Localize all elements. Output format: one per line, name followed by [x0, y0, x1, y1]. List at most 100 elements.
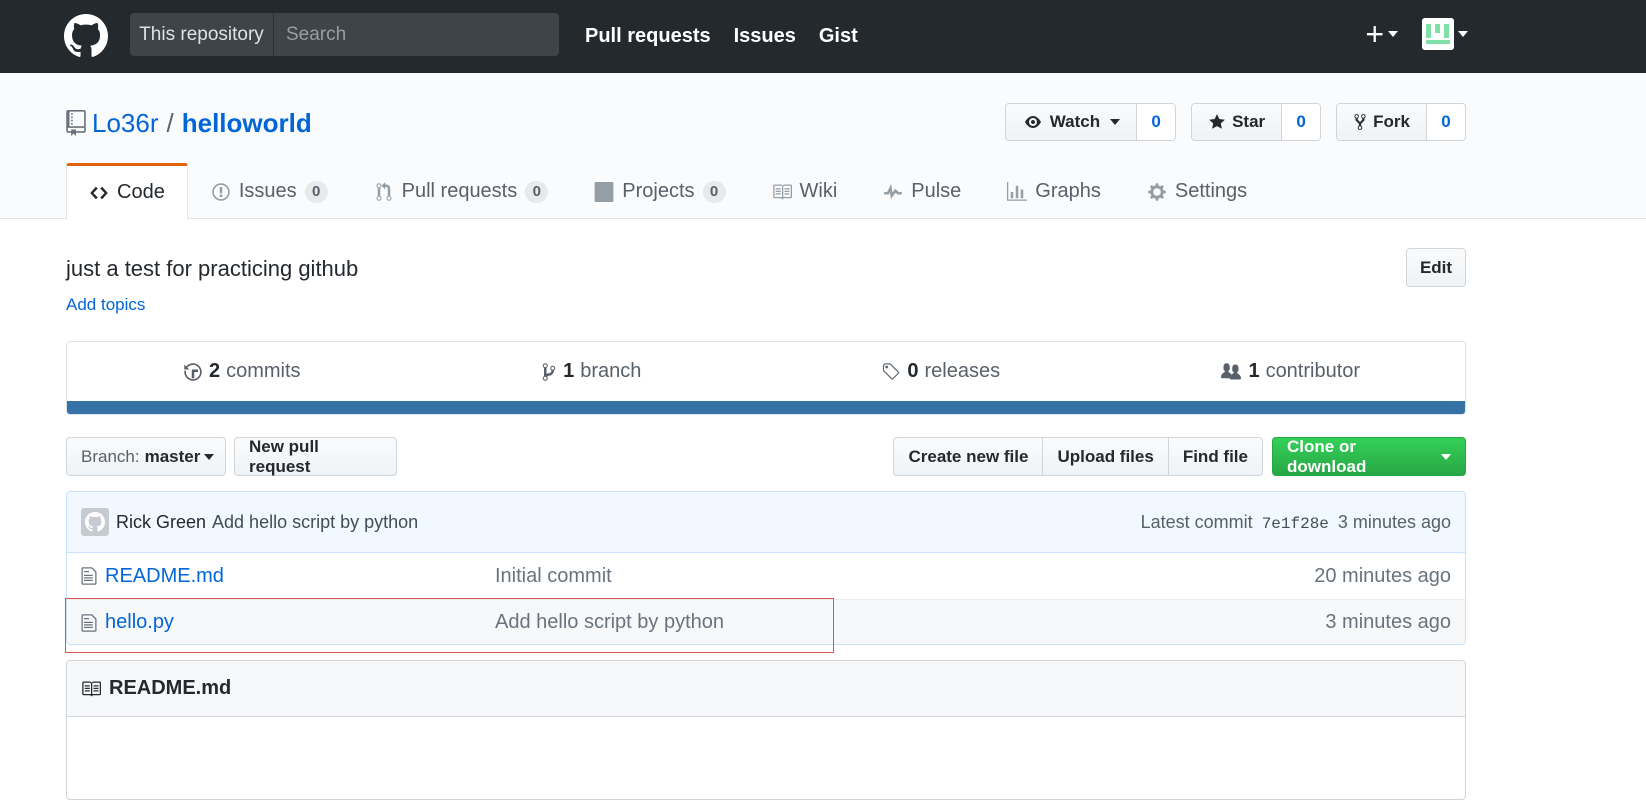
readme-header: README.md — [67, 661, 1465, 717]
tab-projects[interactable]: Projects 0 — [571, 163, 748, 219]
gear-icon — [1148, 182, 1166, 201]
new-pull-request-button[interactable]: New pull request — [234, 437, 397, 476]
tab-wiki[interactable]: Wiki — [749, 163, 861, 219]
pulse-icon — [884, 183, 903, 199]
github-mark-icon — [85, 512, 105, 532]
global-header: This repository Pull requests Issues Gis… — [0, 0, 1646, 73]
organization-icon — [1221, 362, 1242, 379]
file-name-link[interactable]: README.md — [105, 565, 495, 588]
readme-panel: README.md — [66, 660, 1466, 800]
user-menu-dropdown[interactable] — [1422, 18, 1468, 50]
latest-commit-bar: Rick Green Add hello script by python La… — [67, 492, 1465, 553]
tab-pulse[interactable]: Pulse — [860, 163, 984, 219]
clone-label: Clone or download — [1287, 436, 1367, 476]
watch-count[interactable]: 0 — [1137, 104, 1176, 140]
upload-files-button[interactable]: Upload files — [1042, 437, 1169, 476]
avatar[interactable] — [81, 508, 109, 536]
branch-select-label: Branch: — [81, 446, 140, 466]
fork-button[interactable]: Fork — [1337, 104, 1427, 140]
repo-nav: Code Issues 0 Pull requests 0 Projects 0… — [66, 163, 1270, 220]
tab-settings[interactable]: Settings — [1124, 163, 1270, 219]
commits-count: 2 — [208, 360, 221, 382]
repo-name-link[interactable]: helloworld — [182, 108, 312, 139]
projects-counter: 0 — [702, 180, 726, 203]
commit-author[interactable]: Rick Green — [116, 512, 206, 533]
tab-issues[interactable]: Issues 0 — [188, 163, 351, 219]
branch-select-button[interactable]: Branch: master — [66, 437, 226, 476]
project-icon — [594, 181, 614, 202]
branch-label: branch — [580, 360, 642, 382]
tab-code[interactable]: Code — [66, 163, 188, 220]
repo-summary: 2 commits 1 branch 0 releases 1 contribu… — [66, 341, 1466, 415]
edit-description-button[interactable]: Edit — [1406, 248, 1466, 287]
commits-link[interactable]: 2 commits — [67, 342, 417, 401]
language-bar[interactable] — [67, 401, 1465, 414]
file-actions-group: Create new file Upload files Find file — [893, 437, 1263, 476]
file-text-icon — [81, 567, 97, 585]
plus-icon: + — [1365, 16, 1384, 52]
fork-count[interactable]: 0 — [1427, 104, 1465, 140]
star-icon — [1209, 114, 1225, 129]
file-commit-message[interactable]: Initial commit — [495, 565, 1314, 588]
caret-down-icon — [1388, 31, 1398, 37]
tag-icon — [883, 362, 900, 380]
star-button[interactable]: Star — [1192, 104, 1283, 140]
commit-message[interactable]: Add hello script by python — [212, 512, 418, 533]
releases-count: 0 — [907, 360, 919, 382]
commit-meta: Latest commit 7e1f28e 3 minutes ago — [1141, 512, 1451, 533]
git-branch-icon — [542, 362, 556, 381]
file-age: 3 minutes ago — [1325, 611, 1451, 633]
commit-sha[interactable]: 7e1f28e — [1262, 515, 1329, 533]
tab-label: Pull requests — [401, 180, 518, 202]
file-age: 20 minutes ago — [1314, 564, 1451, 587]
issue-opened-icon — [212, 182, 230, 201]
tab-pull-requests[interactable]: Pull requests 0 — [351, 163, 572, 219]
tab-label: Projects — [622, 180, 695, 202]
file-navigation: Branch: master New pull request Create n… — [66, 437, 1466, 476]
branch-name: master — [144, 446, 201, 466]
create-new-dropdown[interactable]: + — [1365, 18, 1398, 50]
fork-group: Fork 0 — [1336, 103, 1466, 141]
file-list-container: Rick Green Add hello script by python La… — [66, 491, 1466, 645]
tab-label: Wiki — [799, 180, 838, 202]
commit-age: 3 minutes ago — [1337, 511, 1451, 532]
file-row-hello-py: hello.py Add hello script by python 3 mi… — [67, 599, 1465, 644]
search-scope-badge[interactable]: This repository — [130, 13, 274, 56]
star-count[interactable]: 0 — [1282, 104, 1321, 140]
find-file-button[interactable]: Find file — [1167, 437, 1263, 476]
releases-label: releases — [924, 360, 1001, 382]
contributor-count: 1 — [1248, 360, 1260, 382]
tab-graphs[interactable]: Graphs — [984, 163, 1124, 219]
file-text-icon — [81, 613, 97, 632]
repo-owner-link[interactable]: Lo36r — [92, 108, 159, 139]
search-input[interactable] — [274, 13, 559, 56]
nav-issues[interactable]: Issues — [734, 25, 796, 48]
create-new-file-button[interactable]: Create new file — [893, 437, 1044, 476]
code-icon — [90, 186, 108, 199]
github-logo-icon[interactable] — [64, 14, 108, 58]
star-label: Star — [1232, 112, 1266, 131]
clone-or-download-button[interactable]: Clone or download — [1272, 437, 1466, 476]
latest-commit-label: Latest commit — [1140, 511, 1253, 532]
fork-label: Fork — [1373, 112, 1410, 131]
tab-label: Issues — [238, 180, 297, 202]
branches-link[interactable]: 1 branch — [417, 342, 767, 401]
file-row-readme: README.md Initial commit 20 minutes ago — [67, 553, 1465, 599]
watch-button[interactable]: Watch — [1005, 104, 1138, 140]
repo-head: Lo36r / helloworld Watch 0 Star 0 Fork 0 — [0, 73, 1646, 220]
readme-title: README.md — [109, 677, 232, 699]
nav-gist[interactable]: Gist — [819, 25, 858, 48]
nav-pull-requests[interactable]: Pull requests — [585, 25, 711, 48]
graph-icon — [1007, 181, 1028, 201]
repo-path-separator: / — [166, 107, 174, 138]
fork-icon — [1354, 114, 1366, 130]
add-topics-link[interactable]: Add topics — [66, 295, 145, 315]
file-commit-message[interactable]: Add hello script by python — [495, 611, 1325, 634]
file-name-link[interactable]: hello.py — [105, 611, 495, 634]
file-list: README.md Initial commit 20 minutes ago … — [67, 553, 1465, 644]
caret-down-icon — [1458, 31, 1468, 37]
contributors-link[interactable]: 1 contributor — [1116, 342, 1466, 401]
watch-label: Watch — [1049, 112, 1101, 131]
repo-actions: Watch 0 Star 0 Fork 0 — [1004, 103, 1466, 141]
releases-link[interactable]: 0 releases — [766, 342, 1116, 401]
